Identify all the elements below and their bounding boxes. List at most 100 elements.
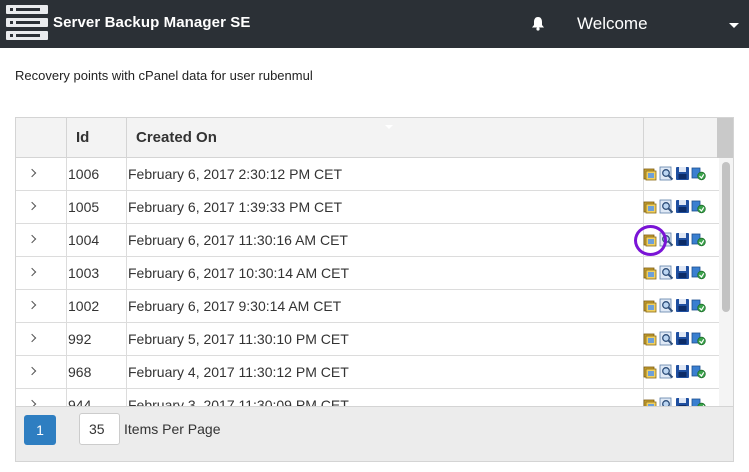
row-id: 1006 — [67, 158, 127, 191]
row-actions-cell — [634, 224, 719, 257]
download-disk-icon[interactable] — [675, 397, 690, 406]
actions-column-header — [644, 118, 717, 158]
table-row[interactable]: 1004 February 6, 2017 11:30:16 AM CET — [16, 224, 719, 257]
row-id: 1002 — [67, 290, 127, 323]
table-row[interactable]: 944 February 3, 2017 11:30:09 PM CET — [16, 389, 719, 406]
id-column-header[interactable]: Id — [67, 118, 127, 158]
restore-server-icon[interactable] — [691, 397, 706, 406]
row-actions-cell — [643, 257, 719, 290]
row-actions-cell — [643, 191, 719, 224]
row-actions — [643, 265, 713, 281]
created-on-column-header[interactable]: Created On — [127, 118, 644, 158]
restore-folder-icon[interactable] — [643, 397, 658, 406]
chevron-down-icon[interactable] — [729, 23, 739, 28]
server-rack-logo-icon[interactable] — [6, 5, 48, 41]
row-id: 1005 — [67, 191, 127, 224]
welcome-menu[interactable]: Welcome — [577, 14, 648, 34]
restore-folder-icon[interactable] — [643, 331, 658, 346]
browse-magnifier-icon[interactable] — [659, 298, 674, 313]
expand-row-cell[interactable] — [16, 158, 67, 191]
restore-server-icon[interactable] — [691, 364, 706, 379]
download-disk-icon[interactable] — [675, 298, 690, 313]
row-actions — [643, 298, 713, 314]
top-bar: Server Backup Manager SE Welcome — [0, 0, 749, 48]
chevron-right-icon[interactable] — [27, 366, 37, 376]
download-disk-icon[interactable] — [675, 364, 690, 379]
restore-server-icon[interactable] — [691, 166, 706, 181]
chevron-right-icon[interactable] — [27, 234, 37, 244]
row-actions — [643, 331, 713, 347]
row-actions — [643, 397, 713, 406]
restore-folder-icon[interactable] — [643, 298, 658, 313]
recovery-points-grid: Id Created On 1006 February 6, 2017 2:30:… — [15, 117, 734, 462]
table-row[interactable]: 1005 February 6, 2017 1:39:33 PM CET — [16, 191, 719, 224]
download-disk-icon[interactable] — [675, 166, 690, 181]
download-disk-icon[interactable] — [675, 232, 690, 247]
restore-server-icon[interactable] — [691, 232, 706, 247]
download-disk-icon[interactable] — [675, 265, 690, 280]
expand-row-cell[interactable] — [16, 389, 67, 406]
row-id: 1003 — [67, 257, 127, 290]
restore-folder-icon[interactable] — [643, 265, 658, 280]
vertical-scrollbar[interactable] — [719, 158, 733, 406]
highlight-circle — [634, 225, 667, 256]
scrollbar-thumb[interactable] — [722, 162, 730, 312]
download-disk-icon[interactable] — [675, 199, 690, 214]
table-row[interactable]: 1006 February 6, 2017 2:30:12 PM CET — [16, 158, 719, 191]
expand-column-header — [16, 118, 67, 158]
page-button-current[interactable]: 1 — [24, 415, 56, 445]
page-subtitle: Recovery points with cPanel data for use… — [15, 68, 313, 83]
chevron-right-icon[interactable] — [27, 333, 37, 343]
expand-row-cell[interactable] — [16, 257, 67, 290]
row-id: 1004 — [67, 224, 127, 257]
restore-folder-icon[interactable] — [643, 199, 658, 214]
browse-magnifier-icon[interactable] — [659, 331, 674, 346]
row-created-on: February 3, 2017 11:30:09 PM CET — [127, 389, 644, 406]
browse-magnifier-icon[interactable] — [659, 199, 674, 214]
row-actions-cell — [643, 323, 719, 356]
restore-server-icon[interactable] — [691, 331, 706, 346]
table-row[interactable]: 1003 February 6, 2017 10:30:14 AM CET — [16, 257, 719, 290]
table-row[interactable]: 968 February 4, 2017 11:30:12 PM CET — [16, 356, 719, 389]
chevron-right-icon[interactable] — [27, 300, 37, 310]
restore-folder-icon[interactable] — [643, 166, 658, 181]
expand-row-cell[interactable] — [16, 323, 67, 356]
row-actions-cell — [643, 389, 719, 406]
chevron-right-icon[interactable] — [27, 267, 37, 277]
row-actions — [643, 199, 713, 215]
restore-server-icon[interactable] — [691, 265, 706, 280]
expand-row-cell[interactable] — [16, 290, 67, 323]
row-created-on: February 5, 2017 11:30:10 PM CET — [127, 323, 644, 356]
sort-indicator-icon — [385, 125, 393, 129]
bell-icon[interactable] — [531, 16, 545, 31]
browse-magnifier-icon[interactable] — [659, 265, 674, 280]
table-row[interactable]: 992 February 5, 2017 11:30:10 PM CET — [16, 323, 719, 356]
chevron-right-icon[interactable] — [27, 201, 37, 211]
browse-magnifier-icon[interactable] — [659, 166, 674, 181]
grid-header: Id Created On — [16, 118, 733, 158]
browse-magnifier-icon[interactable] — [659, 397, 674, 406]
row-created-on: February 6, 2017 10:30:14 AM CET — [127, 257, 644, 290]
app-title[interactable]: Server Backup Manager SE — [53, 14, 251, 31]
row-created-on: February 6, 2017 11:30:16 AM CET — [127, 224, 644, 257]
row-actions — [643, 364, 713, 380]
expand-row-cell[interactable] — [16, 191, 67, 224]
restore-server-icon[interactable] — [691, 298, 706, 313]
download-disk-icon[interactable] — [675, 331, 690, 346]
row-actions-cell — [643, 290, 719, 323]
row-actions-cell — [643, 158, 719, 191]
scrollbar-header-corner — [717, 118, 733, 158]
grid-body: 1006 February 6, 2017 2:30:12 PM CET 1005 F… — [16, 158, 733, 406]
chevron-right-icon[interactable] — [27, 168, 37, 178]
items-per-page-input[interactable]: 35 — [79, 413, 120, 445]
restore-folder-icon[interactable] — [643, 364, 658, 379]
table-row[interactable]: 1002 February 6, 2017 9:30:14 AM CET — [16, 290, 719, 323]
expand-row-cell[interactable] — [16, 224, 67, 257]
browse-magnifier-icon[interactable] — [659, 364, 674, 379]
expand-row-cell[interactable] — [16, 356, 67, 389]
restore-server-icon[interactable] — [691, 199, 706, 214]
row-created-on: February 6, 2017 2:30:12 PM CET — [127, 158, 644, 191]
row-id: 992 — [67, 323, 127, 356]
row-created-on: February 6, 2017 1:39:33 PM CET — [127, 191, 644, 224]
row-id: 944 — [67, 389, 127, 406]
